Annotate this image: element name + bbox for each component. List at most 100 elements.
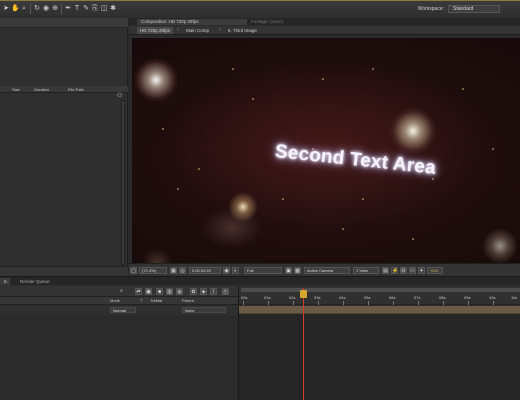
time-ruler[interactable]: 00s 01s 02s 03s 04s 05s 06s 07s 08s 09s … <box>238 286 520 305</box>
playhead-line[interactable] <box>303 288 304 400</box>
arrow-tool-icon[interactable]: ➤ <box>2 5 10 13</box>
column-file-path[interactable]: File Path <box>68 87 84 92</box>
camera-view-select[interactable]: Active Camera <box>304 267 350 274</box>
pan-behind-tool-icon[interactable]: ⊕ <box>51 5 59 13</box>
clone-tool-icon[interactable]: ⎘ <box>91 5 99 13</box>
column-parent[interactable]: Parent <box>182 298 194 303</box>
ruler-label: 00s <box>241 295 248 300</box>
chevron-right-icon: › <box>177 27 179 33</box>
brainstorm-icon[interactable]: ✿ <box>190 288 197 295</box>
grid-icon[interactable]: ▦ <box>170 267 177 274</box>
brush-tool-icon[interactable]: ✎ <box>82 5 90 13</box>
bokeh-light <box>482 228 518 264</box>
comp-mini-flowchart-icon[interactable]: ⇄ <box>135 288 142 295</box>
workspace-select[interactable]: Standard <box>448 5 500 13</box>
dust-particle <box>162 128 164 130</box>
hand-tool-icon[interactable]: ✋ <box>11 5 20 13</box>
ruler-label: 01s <box>264 295 271 300</box>
project-column-headers: Size Duration File Path <box>0 86 128 93</box>
breadcrumb-item[interactable]: HD 720p 25fps <box>137 27 174 34</box>
ruler-label: 10s <box>489 295 496 300</box>
project-panel: Size Duration File Path ⚇ <box>0 18 128 276</box>
layer-row[interactable]: Normal None <box>0 306 238 314</box>
ruler-tick <box>268 301 269 305</box>
timeline-track-area[interactable] <box>238 306 520 400</box>
bokeh-light <box>390 108 436 154</box>
flowchart-icon[interactable]: ⚇ <box>409 267 416 274</box>
resolution-select[interactable]: Full <box>244 267 282 274</box>
project-scrollbar[interactable] <box>121 100 125 265</box>
column-t[interactable]: T <box>140 298 142 303</box>
ruler-label: 08s <box>439 295 446 300</box>
column-trkmat[interactable]: TrkMat <box>150 298 162 303</box>
composition-tab-bar: Composition: HD 720p 25fps Footage: (non… <box>129 18 520 25</box>
search-icon[interactable]: ⌕ <box>118 288 125 295</box>
dust-particle <box>412 238 414 240</box>
ruler-label: 09s <box>464 295 471 300</box>
breadcrumb-item[interactable]: Main Comp <box>183 27 212 34</box>
breadcrumb-item[interactable]: 6. Third Image <box>225 27 260 34</box>
puppet-tool-icon[interactable]: ✱ <box>109 5 117 13</box>
bokeh-light <box>202 208 262 248</box>
chevron-right-icon: › <box>219 27 221 33</box>
show-snapshot-icon[interactable]: ◐ <box>232 267 239 274</box>
motion-blur-icon[interactable]: ◍ <box>176 288 183 295</box>
column-size[interactable]: Size <box>12 87 20 92</box>
region-of-interest-icon[interactable]: ▣ <box>285 267 292 274</box>
reset-exposure-icon[interactable]: ✦ <box>418 267 425 274</box>
parent-select[interactable]: None <box>182 307 226 313</box>
ruler-tick <box>418 301 419 305</box>
dust-particle <box>322 78 324 80</box>
fast-preview-icon[interactable]: ⚡ <box>391 267 398 274</box>
ruler-tick <box>343 301 344 305</box>
current-time[interactable]: 0;00;04;24 <box>189 267 221 274</box>
toggle-pixel-aspect-icon[interactable]: ▤ <box>382 267 389 274</box>
timeline-icon[interactable]: ⊟ <box>400 267 407 274</box>
tab-timeline[interactable]: 6. Third Image <box>0 278 17 298</box>
ruler-label: 05s <box>364 295 371 300</box>
project-panel-footer <box>0 266 128 276</box>
playhead-handle[interactable] <box>300 290 307 298</box>
tab-composition[interactable]: Composition: HD 720p 25fps <box>137 19 247 25</box>
stopwatch-icon[interactable]: ◴ <box>222 288 229 295</box>
dust-particle <box>282 198 284 200</box>
graph-editor-icon[interactable]: ⌇ <box>210 288 217 295</box>
tab-footage[interactable]: Footage: (none) <box>247 19 337 25</box>
tab-render-queue[interactable]: Render Queue <box>16 278 54 285</box>
app-toolbar: ➤ ✋ ⌕ ↻ ◉ ⊕ ✒ T ✎ ⎘ ◫ ✱ Workspace: Stand… <box>0 0 520 18</box>
pen-tool-icon[interactable]: ✒ <box>64 5 72 13</box>
layer-duration-bar[interactable] <box>239 306 520 314</box>
mask-icon[interactable]: ◎ <box>179 267 186 274</box>
frame-blending-icon[interactable]: ▥ <box>166 288 173 295</box>
bokeh-light <box>134 58 178 102</box>
mode-select[interactable]: Normal <box>110 307 136 313</box>
snapshot-icon[interactable]: ◉ <box>223 267 230 274</box>
workspace-label: Workspace: <box>417 6 444 12</box>
always-preview-icon[interactable]: ▢ <box>130 267 137 274</box>
layer-list-area <box>0 315 238 400</box>
dust-particle <box>362 198 364 200</box>
dust-particle <box>462 88 464 90</box>
dust-particle <box>342 228 344 230</box>
composition-viewer[interactable]: Second Text Area <box>132 38 520 278</box>
dust-particle <box>177 188 179 190</box>
auto-keyframe-icon[interactable]: ◈ <box>200 288 207 295</box>
transparency-grid-icon[interactable]: ▩ <box>294 267 301 274</box>
rotate-tool-icon[interactable]: ↻ <box>33 5 41 13</box>
flowchart-icon[interactable]: ⚇ <box>117 93 123 99</box>
shy-icon[interactable]: ☻ <box>156 288 163 295</box>
camera-tool-icon[interactable]: ◉ <box>42 5 50 13</box>
text-tool-icon[interactable]: T <box>73 5 81 13</box>
view-layout-select[interactable]: 1 View <box>353 267 379 274</box>
exposure-value[interactable]: +0.0 <box>427 267 443 274</box>
dust-particle <box>252 98 254 100</box>
ruler-tick <box>368 301 369 305</box>
zoom-tool-icon[interactable]: ⌕ <box>20 5 28 13</box>
zoom-select[interactable]: (72.4%) <box>139 267 167 274</box>
dust-particle <box>492 148 494 150</box>
work-area-bar[interactable] <box>241 288 520 292</box>
draft-3d-icon[interactable]: ▣ <box>145 288 152 295</box>
eraser-tool-icon[interactable]: ◫ <box>100 5 108 13</box>
column-mode[interactable]: Mode <box>110 298 120 303</box>
column-duration[interactable]: Duration <box>34 87 49 92</box>
